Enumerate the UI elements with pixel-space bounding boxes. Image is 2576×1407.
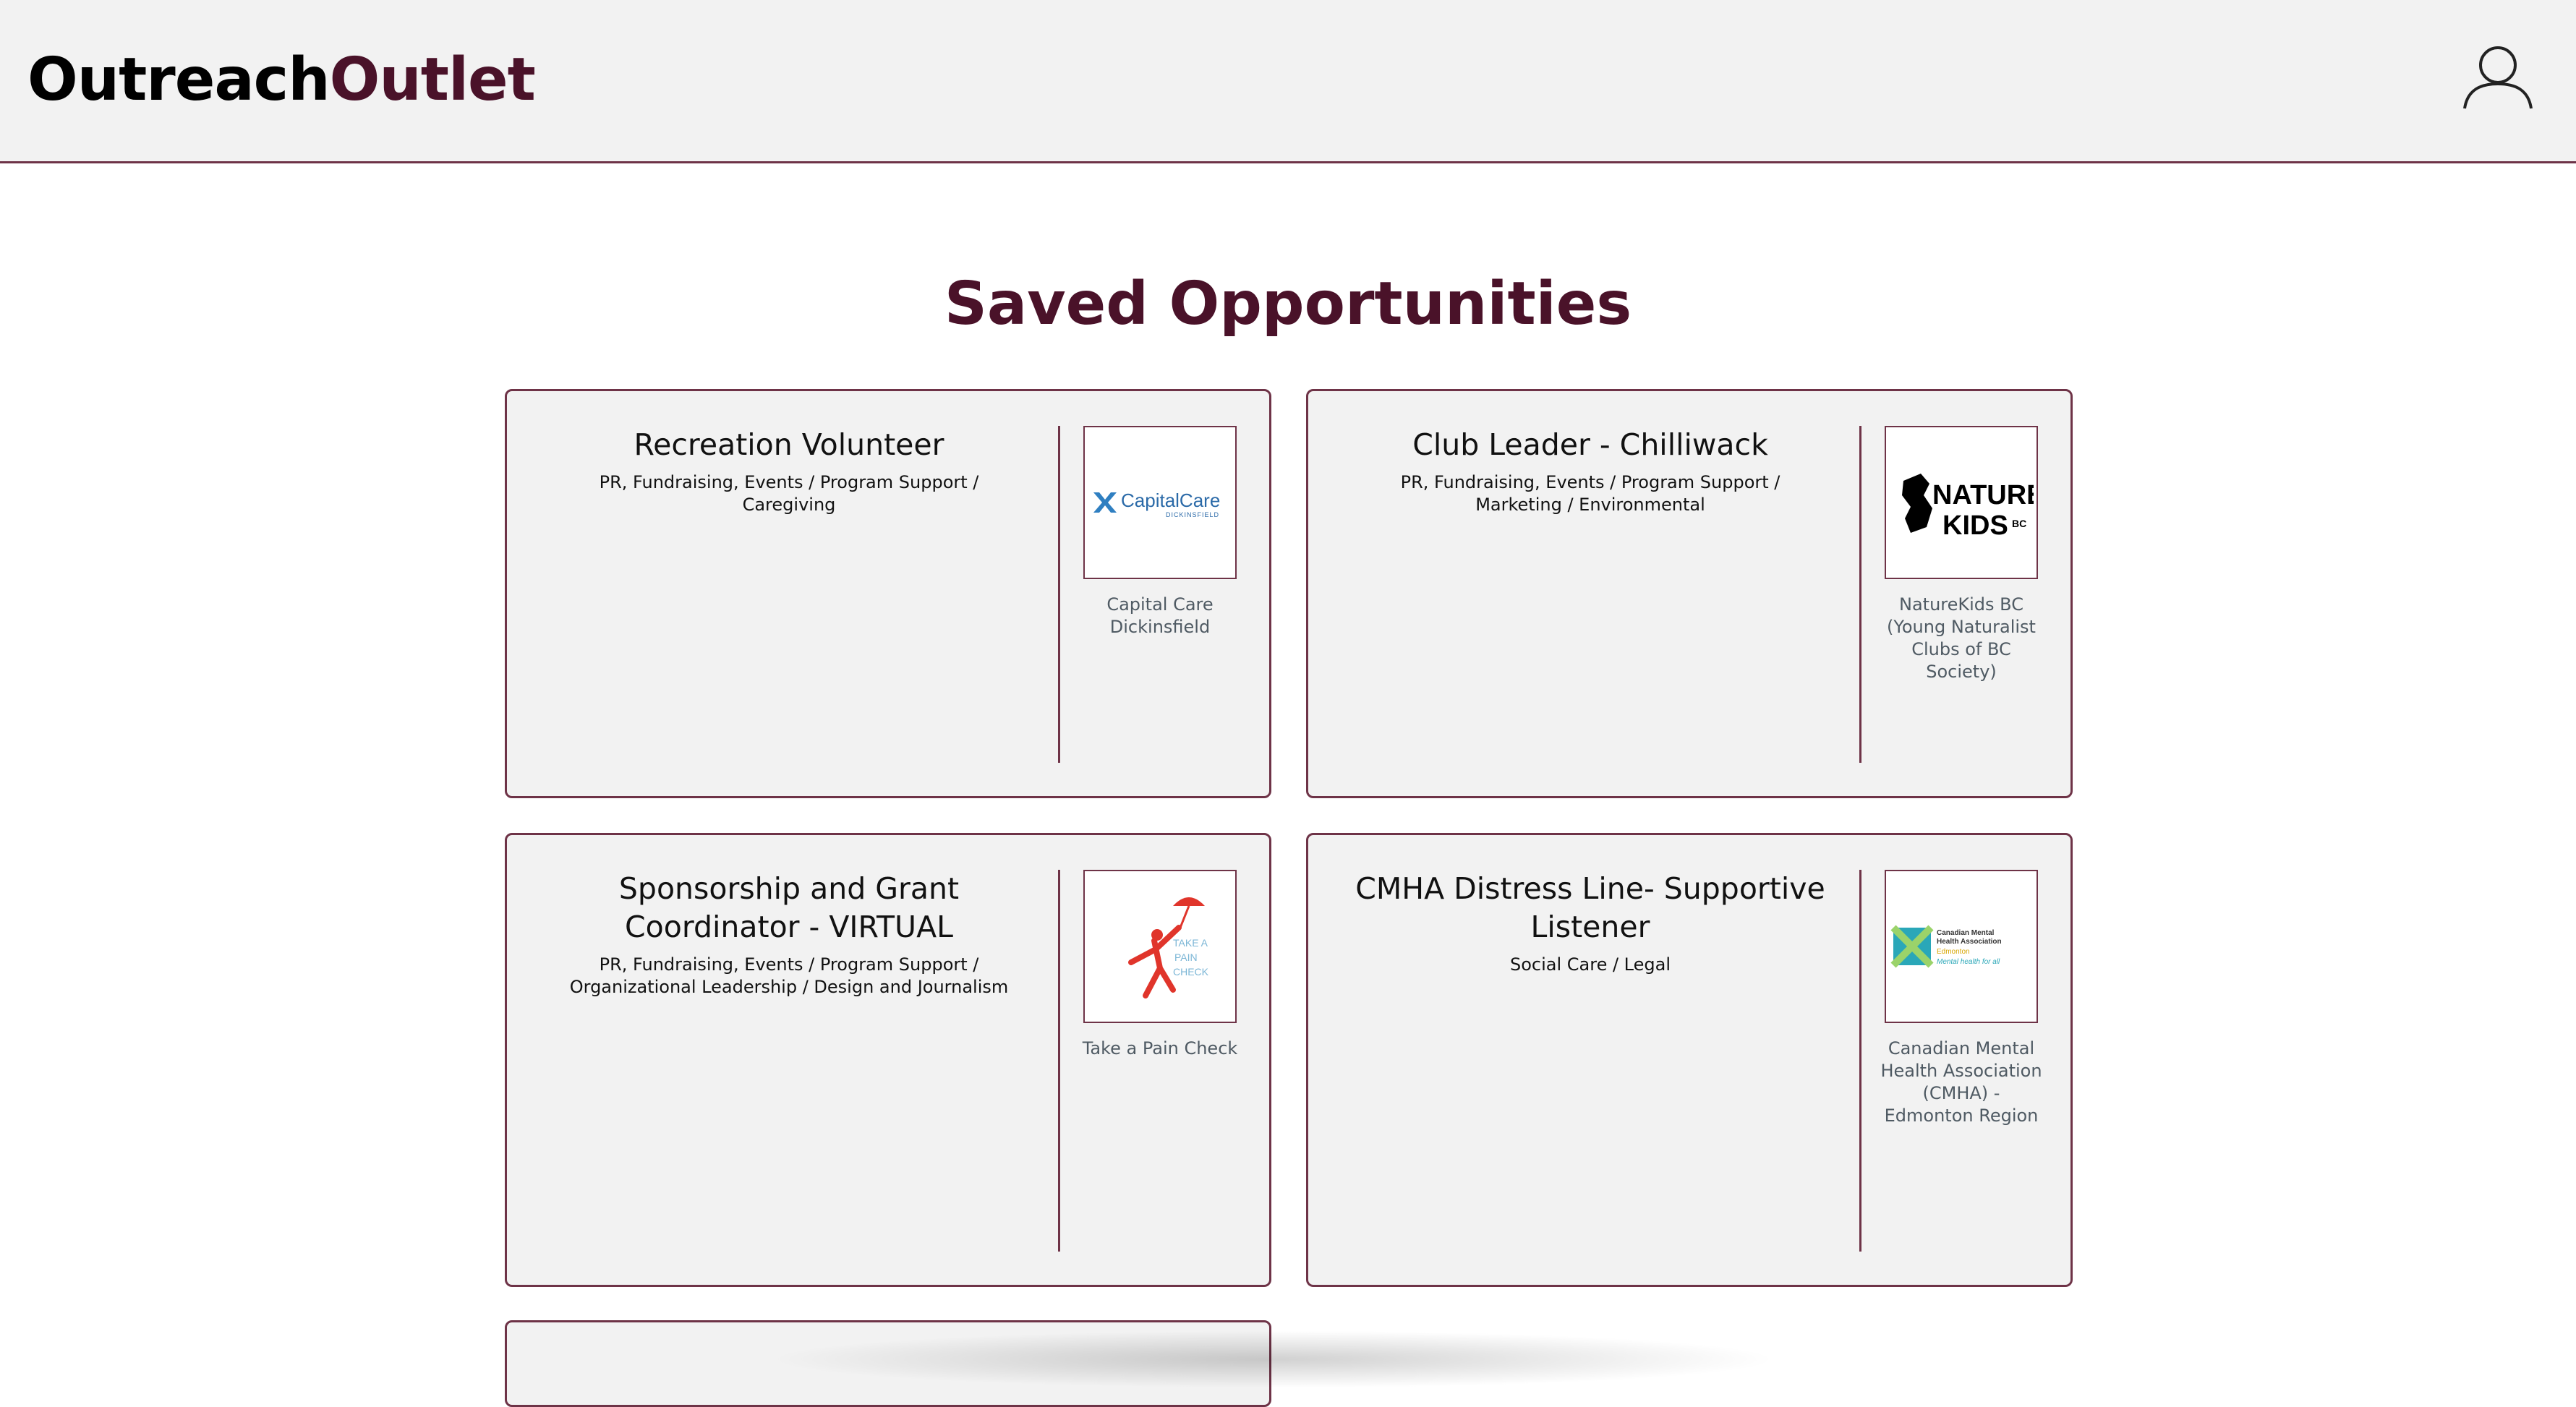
organization-name[interactable]: Canadian Mental Health Association (CMHA… bbox=[1877, 1038, 2045, 1127]
svg-text:TAKE A: TAKE A bbox=[1173, 937, 1208, 949]
opportunity-title[interactable]: Recreation Volunteer bbox=[550, 426, 1028, 464]
opportunity-categories: PR, Fundraising, Events / Program Suppor… bbox=[1400, 472, 1780, 515]
opportunity-title[interactable]: CMHA Distress Line- Supportive Listener bbox=[1352, 870, 1829, 946]
card-divider bbox=[1859, 426, 1861, 763]
capitalcare-logo-icon: CapitalCare DICKINSFIELD bbox=[1093, 489, 1220, 518]
card-main-content: Recreation Volunteer PR, Fundraising, Ev… bbox=[550, 426, 1028, 516]
opportunity-card[interactable]: CMHA Distress Line- Supportive Listener … bbox=[1306, 833, 2073, 1287]
svg-text:PAIN: PAIN bbox=[1174, 951, 1198, 963]
org-logo: NATURE KIDS BC bbox=[1885, 426, 2038, 579]
svg-text:Canadian Mental: Canadian Mental bbox=[1937, 929, 1995, 937]
card-main-content: Club Leader - Chilliwack PR, Fundraising… bbox=[1352, 426, 1829, 516]
opportunity-card[interactable]: Club Leader - Chilliwack PR, Fundraising… bbox=[1306, 389, 2073, 798]
card-divider bbox=[1859, 870, 1861, 1252]
svg-text:CapitalCare: CapitalCare bbox=[1121, 489, 1220, 511]
svg-text:NATURE: NATURE bbox=[1932, 480, 2034, 510]
logo-text-outreach: Outreach bbox=[27, 46, 330, 114]
opportunity-card[interactable]: Recreation Volunteer PR, Fundraising, Ev… bbox=[505, 389, 1271, 798]
organization-name[interactable]: Take a Pain Check bbox=[1076, 1038, 1244, 1060]
card-divider bbox=[1058, 870, 1060, 1252]
svg-text:KIDS: KIDS bbox=[1942, 510, 2008, 541]
card-main-content: Sponsorship and Grant Coordinator - VIRT… bbox=[550, 870, 1028, 998]
org-logo: TAKE A PAIN CHECK bbox=[1083, 870, 1237, 1023]
svg-text:DICKINSFIELD: DICKINSFIELD bbox=[1166, 511, 1219, 518]
svg-text:Edmonton: Edmonton bbox=[1937, 948, 1970, 956]
org-logo: Canadian Mental Health Association Edmon… bbox=[1885, 870, 2038, 1023]
card-divider bbox=[1058, 426, 1060, 763]
opportunity-title[interactable]: Sponsorship and Grant Coordinator - VIRT… bbox=[550, 870, 1028, 946]
svg-text:Mental health for all: Mental health for all bbox=[1937, 958, 2000, 966]
scroll-shadow bbox=[767, 1330, 1779, 1388]
cmha-logo-icon: Canadian Mental Health Association Edmon… bbox=[1890, 925, 2002, 968]
site-logo[interactable]: OutreachOutlet bbox=[27, 42, 536, 119]
svg-text:Health Association: Health Association bbox=[1937, 938, 2002, 946]
take-a-pain-check-logo-icon: TAKE A PAIN CHECK bbox=[1128, 897, 1209, 998]
user-profile-icon bbox=[2463, 46, 2533, 109]
organization-name[interactable]: NatureKids BC (Young Naturalist Clubs of… bbox=[1877, 594, 2045, 683]
svg-text:BC: BC bbox=[2012, 518, 2026, 529]
card-main-content: CMHA Distress Line- Supportive Listener … bbox=[1352, 870, 1829, 976]
opportunity-categories: Social Care / Legal bbox=[1509, 954, 1671, 975]
opportunity-title[interactable]: Club Leader - Chilliwack bbox=[1352, 426, 1829, 464]
organization-name[interactable]: Capital Care Dickinsfield bbox=[1076, 594, 1244, 638]
org-logo: CapitalCare DICKINSFIELD bbox=[1083, 426, 1237, 579]
svg-text:CHECK: CHECK bbox=[1173, 966, 1209, 978]
opportunity-categories: PR, Fundraising, Events / Program Suppor… bbox=[599, 472, 979, 515]
page-title: Saved Opportunities bbox=[944, 270, 1632, 338]
opportunity-categories: PR, Fundraising, Events / Program Suppor… bbox=[569, 954, 1009, 997]
top-header: OutreachOutlet bbox=[0, 0, 2576, 163]
logo-text-outlet: Outlet bbox=[329, 46, 536, 114]
naturekids-logo-icon: NATURE KIDS BC bbox=[1902, 474, 2034, 541]
user-profile-button[interactable] bbox=[2460, 42, 2536, 111]
opportunity-card[interactable]: Sponsorship and Grant Coordinator - VIRT… bbox=[505, 833, 1271, 1287]
